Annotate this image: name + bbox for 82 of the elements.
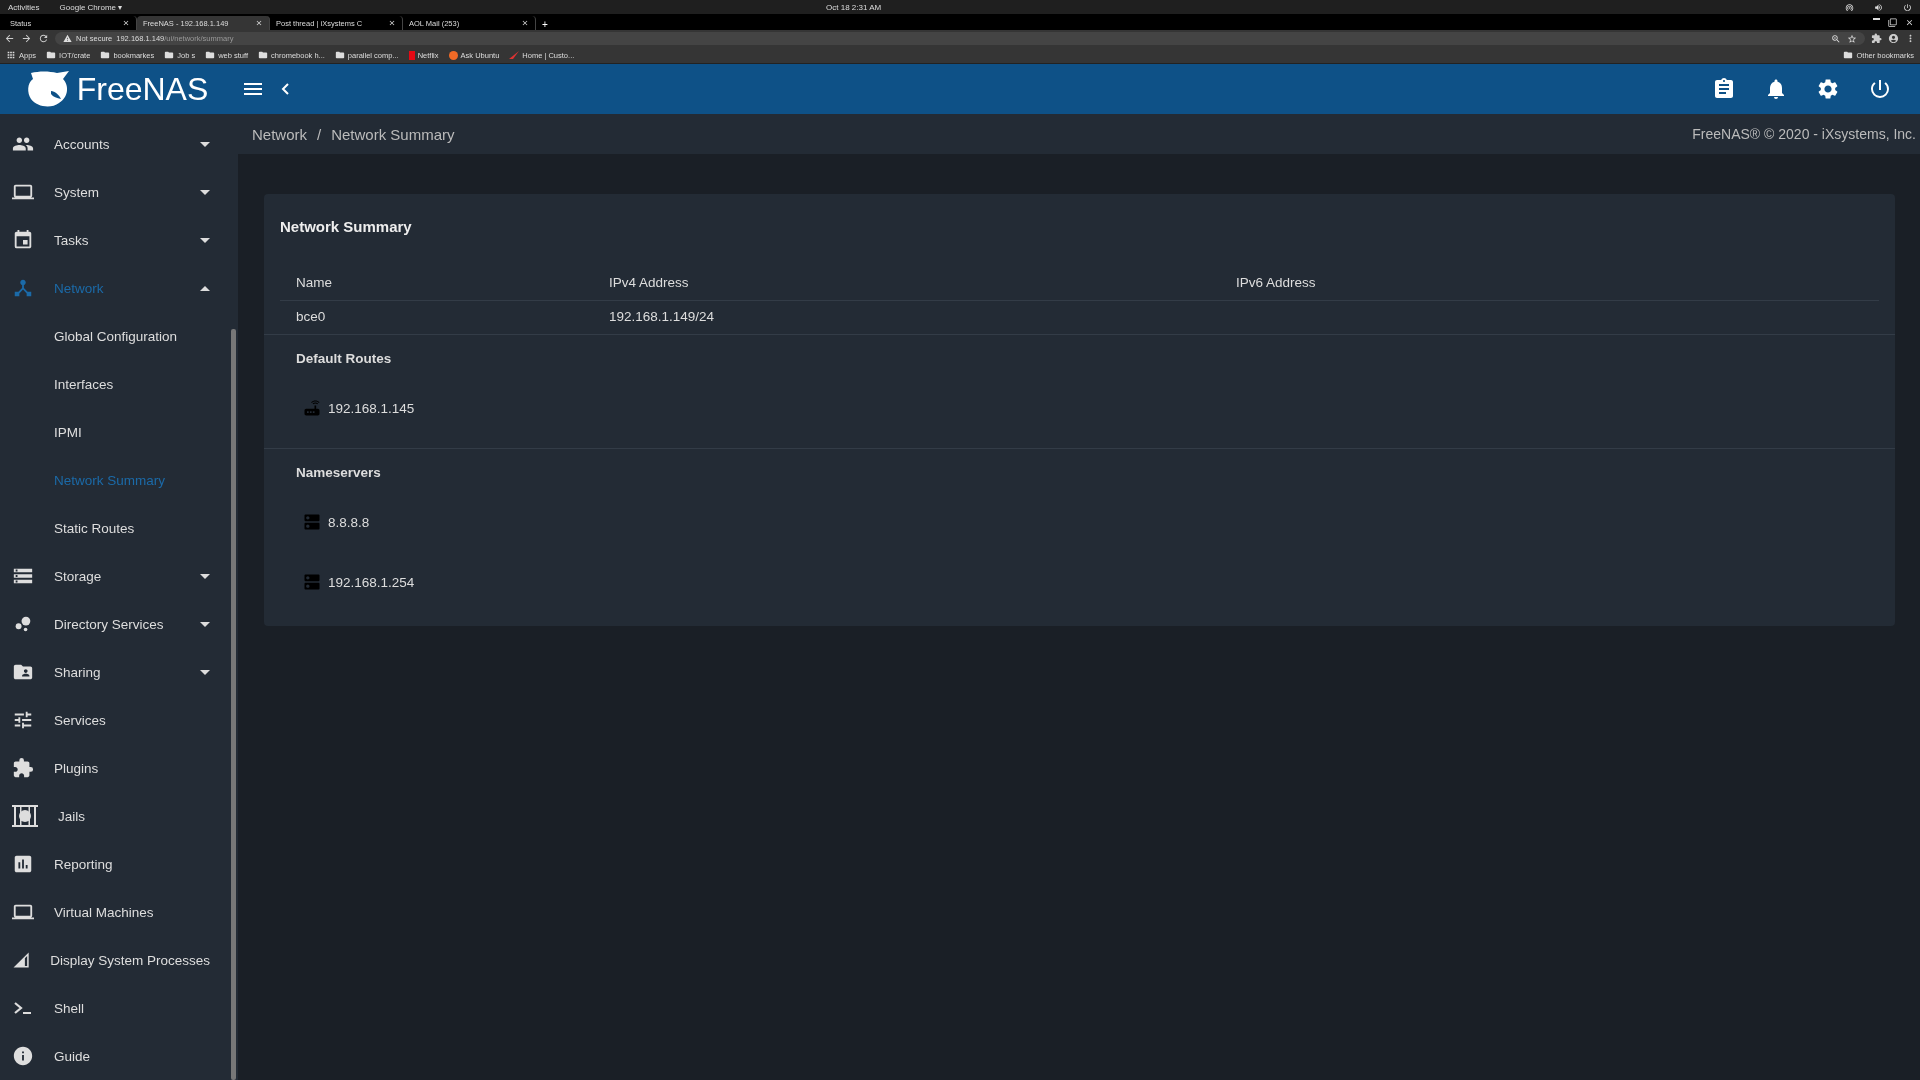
info-icon xyxy=(12,1045,34,1067)
folder-icon xyxy=(334,50,345,60)
folder-icon xyxy=(205,50,216,60)
card-title: Network Summary xyxy=(279,217,413,237)
folder-icon xyxy=(100,50,111,60)
router-icon xyxy=(302,398,322,418)
breadcrumb-separator: / xyxy=(317,125,322,143)
sidebar-item[interactable]: Reporting xyxy=(0,840,238,888)
profile-icon xyxy=(1888,33,1899,44)
power-icon xyxy=(1903,2,1912,12)
new-tab-button[interactable]: + xyxy=(536,19,554,30)
server-icon xyxy=(302,512,322,532)
power-icon xyxy=(1868,77,1892,101)
star-icon xyxy=(1847,33,1857,44)
sidebar-subitem[interactable]: Static Routes xyxy=(0,504,238,552)
settings-icon xyxy=(1816,77,1840,101)
restore-icon xyxy=(1888,17,1897,27)
column-header: Name xyxy=(280,267,593,301)
ask-ubuntu-icon xyxy=(448,50,458,60)
netflix-icon xyxy=(408,50,415,60)
tray-icon xyxy=(1845,2,1854,12)
jail-icon xyxy=(12,805,38,827)
app-menu[interactable]: Google Chrome ▾ xyxy=(59,2,123,12)
sidebar-item[interactable]: Directory Services xyxy=(0,600,238,648)
puzzle-icon xyxy=(12,757,34,779)
sidebar-subitem[interactable]: Interfaces xyxy=(0,360,238,408)
folder-icon xyxy=(258,50,269,60)
extensions-icon xyxy=(1871,33,1882,44)
sidebar-item[interactable]: Accounts xyxy=(0,120,238,168)
table-cell-text: 192.168.1.149/24 xyxy=(608,308,716,326)
sidebar-item[interactable]: Shell xyxy=(0,984,238,1032)
close-icon xyxy=(1905,17,1914,27)
close-icon xyxy=(388,19,396,27)
sidebar-item[interactable]: Jails xyxy=(0,792,238,840)
breadcrumb-link[interactable]: Network Summary xyxy=(331,125,455,143)
clipboard-icon xyxy=(1712,77,1736,101)
sliders-icon xyxy=(12,709,34,731)
breadcrumb-link[interactable]: Network xyxy=(252,125,307,143)
section-title: Nameservers xyxy=(296,464,382,482)
section-title: Default Routes xyxy=(296,350,393,368)
sidebar-item[interactable]: Storage xyxy=(0,552,238,600)
sidebar-item[interactable]: System xyxy=(0,168,238,216)
sidebar-item[interactable]: Sharing xyxy=(0,648,238,696)
copyright-text: FreeNAS® © 2020 - iXsystems, Inc. xyxy=(1692,126,1916,142)
column-header: IPv6 Address xyxy=(1220,267,1879,301)
sidebar-subitem[interactable]: Global Configuration xyxy=(0,312,238,360)
network-icon xyxy=(12,277,34,299)
sidebar-item[interactable]: Display System Processes xyxy=(0,936,238,984)
logo-text: FreeNAS xyxy=(76,70,209,108)
route-address: 192.168.1.145 xyxy=(328,400,415,416)
sidebar-subitem[interactable]: IPMI xyxy=(0,408,238,456)
back-icon xyxy=(4,33,15,44)
site-icon xyxy=(509,51,520,59)
minimize-icon xyxy=(1873,17,1880,20)
chart-icon xyxy=(12,853,34,875)
nameserver-address: 192.168.1.254 xyxy=(328,574,415,590)
folder-icon xyxy=(164,50,175,60)
sidebar-item[interactable]: Virtual Machines xyxy=(0,888,238,936)
close-icon xyxy=(255,19,263,27)
folder-icon xyxy=(46,50,57,60)
sidebar-item[interactable]: Guide xyxy=(0,1032,238,1080)
column-header: IPv4 Address xyxy=(593,267,1220,301)
sidebar-item[interactable]: Services xyxy=(0,696,238,744)
table-cell-text: bce0 xyxy=(295,308,327,326)
warning-icon xyxy=(63,34,72,43)
sidebar-item[interactable]: Tasks xyxy=(0,216,238,264)
apps-icon xyxy=(6,50,16,60)
clock[interactable]: Oct 18 2:31 AM xyxy=(826,2,882,12)
forward-icon xyxy=(21,33,32,44)
close-icon xyxy=(521,19,529,27)
nameserver-address: 8.8.8.8 xyxy=(328,514,370,530)
activities-button[interactable]: Activities xyxy=(8,2,40,12)
server-icon xyxy=(302,572,322,592)
volume-icon xyxy=(1874,2,1883,12)
reload-icon xyxy=(38,33,49,44)
scrollbar[interactable] xyxy=(231,329,236,1080)
close-icon xyxy=(122,19,130,27)
sidebar-item[interactable]: Plugins xyxy=(0,744,238,792)
calendar-icon xyxy=(12,229,34,251)
folder-icon xyxy=(1843,50,1854,60)
chevron-left-icon xyxy=(281,83,289,95)
zoom-icon xyxy=(1831,33,1841,44)
